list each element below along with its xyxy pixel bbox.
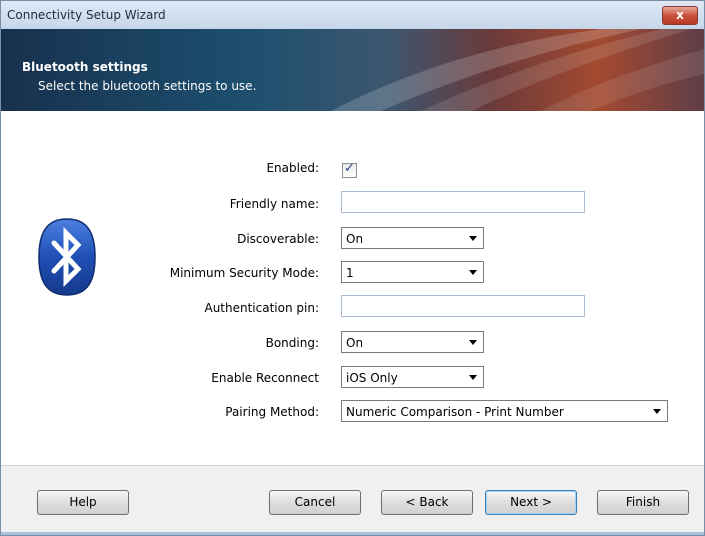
chevron-down-icon [469,236,477,241]
checkmark-icon: ✓ [344,161,355,176]
window-bottom-edge [1,532,704,535]
friendly-name-label: Friendly name: [229,197,319,211]
settings-panel: Enabled: ✓ Friendly name: Discoverable: … [1,111,704,465]
help-button[interactable]: Help [37,490,129,515]
window-title: Connectivity Setup Wizard [7,8,166,22]
pairing-dropdown[interactable]: Numeric Comparison - Print Number [341,400,668,422]
bonding-dropdown[interactable]: On [341,331,484,353]
auth-pin-input[interactable] [341,295,585,317]
bonding-label: Bonding: [265,336,319,350]
chevron-down-icon [469,375,477,380]
button-bar: Help Cancel < Back Next > Finish [1,465,704,535]
back-button[interactable]: < Back [381,490,473,515]
pairing-value: Numeric Comparison - Print Number [346,405,564,419]
bonding-value: On [346,336,364,350]
min-security-value: 1 [346,266,354,280]
discoverable-value: On [346,232,364,246]
discoverable-dropdown[interactable]: On [341,227,484,249]
enabled-label: Enabled: [266,161,319,175]
title-bar: Connectivity Setup Wizard x [1,1,704,29]
min-security-label: Minimum Security Mode: [169,266,319,280]
enabled-checkbox[interactable]: ✓ [342,161,357,178]
banner-title: Bluetooth settings [22,60,148,74]
close-button[interactable]: x [662,6,698,25]
discoverable-label: Discoverable: [237,232,319,246]
reconnect-label: Enable Reconnect [211,371,319,385]
chevron-down-icon [469,270,477,275]
min-security-dropdown[interactable]: 1 [341,261,484,283]
wizard-window: Connectivity Setup Wizard x Bluetooth se… [0,0,705,536]
friendly-name-input[interactable] [341,191,585,213]
reconnect-dropdown[interactable]: iOS Only [341,366,484,388]
chevron-down-icon [469,340,477,345]
chevron-down-icon [653,409,661,414]
pairing-label: Pairing Method: [225,405,319,419]
close-icon: x [676,8,684,22]
auth-pin-label: Authentication pin: [204,301,319,315]
header-banner: Bluetooth settings Select the bluetooth … [1,29,704,111]
bluetooth-icon [38,218,96,296]
banner-subtitle: Select the bluetooth settings to use. [38,79,257,93]
reconnect-value: iOS Only [346,371,398,385]
finish-button[interactable]: Finish [597,490,689,515]
next-button[interactable]: Next > [485,490,577,515]
cancel-button[interactable]: Cancel [269,490,361,515]
